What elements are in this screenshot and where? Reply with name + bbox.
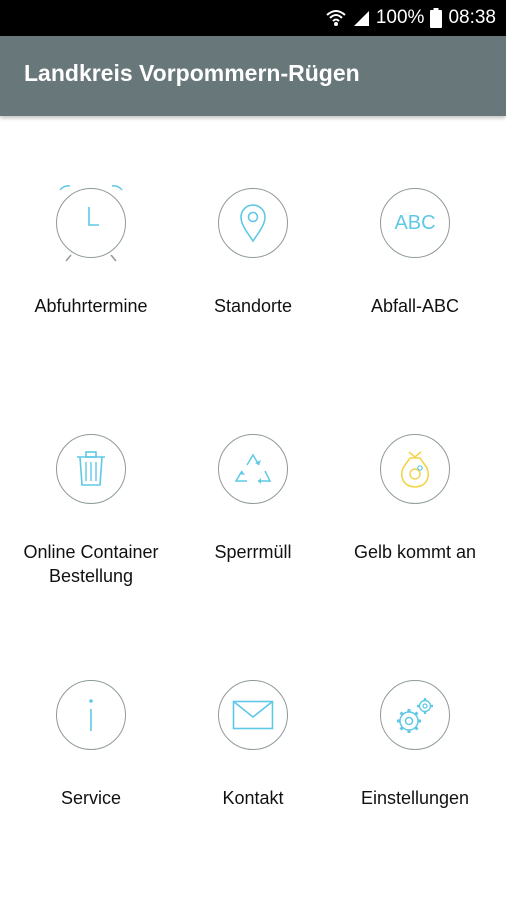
app-bar: Landkreis Vorpommern-Rügen	[0, 36, 506, 116]
menu-item-online-container-bestellung[interactable]: Online Container Bestellung	[7, 398, 175, 618]
app-title: Landkreis Vorpommern-Rügen	[24, 60, 360, 86]
abc-icon: ABC	[380, 188, 450, 258]
abc-icon-text: ABC	[394, 211, 436, 234]
menu-label: Sperrmüll	[214, 542, 292, 562]
menu-label: Abfall-ABC	[370, 296, 460, 316]
clock: 08:38	[448, 7, 496, 28]
recycle-icon	[218, 434, 288, 504]
battery-percent: 100%	[375, 7, 425, 28]
mail-icon	[218, 680, 288, 750]
gears-icon	[380, 680, 450, 750]
menu-item-standorte[interactable]: Standorte	[169, 152, 337, 372]
status-bar: 100% 08:38	[0, 0, 506, 36]
menu-item-einstellungen[interactable]: Einstellungen	[331, 644, 499, 864]
menu-label: Service	[60, 788, 122, 808]
menu-label: Einstellungen	[360, 788, 470, 808]
alarm-clock-icon	[56, 185, 126, 262]
battery-icon	[430, 8, 443, 28]
wifi-icon	[326, 9, 346, 27]
menu-label: Gelb kommt an	[353, 542, 477, 562]
menu-grid: Abfuhrtermine Standorte ABC Abfall-ABC O…	[0, 116, 506, 900]
menu-label: Abfuhrtermine	[34, 296, 148, 316]
menu-label: Kontakt	[222, 788, 284, 808]
info-icon	[56, 680, 126, 750]
menu-label: Standorte	[213, 296, 293, 316]
menu-item-service[interactable]: Service	[7, 644, 175, 864]
signal-icon	[352, 9, 370, 27]
location-pin-icon	[218, 188, 288, 258]
menu-item-abfuhrtermine[interactable]: Abfuhrtermine	[7, 152, 175, 372]
yellow-bag-icon	[380, 434, 450, 504]
menu-item-sperrmuell[interactable]: Sperrmüll	[169, 398, 337, 618]
menu-label: Online Container Bestellung	[23, 542, 159, 586]
menu-item-abfall-abc[interactable]: ABC Abfall-ABC	[331, 152, 499, 372]
trash-can-icon	[56, 434, 126, 504]
menu-item-gelb-kommt-an[interactable]: Gelb kommt an	[331, 398, 499, 618]
menu-item-kontakt[interactable]: Kontakt	[169, 644, 337, 864]
